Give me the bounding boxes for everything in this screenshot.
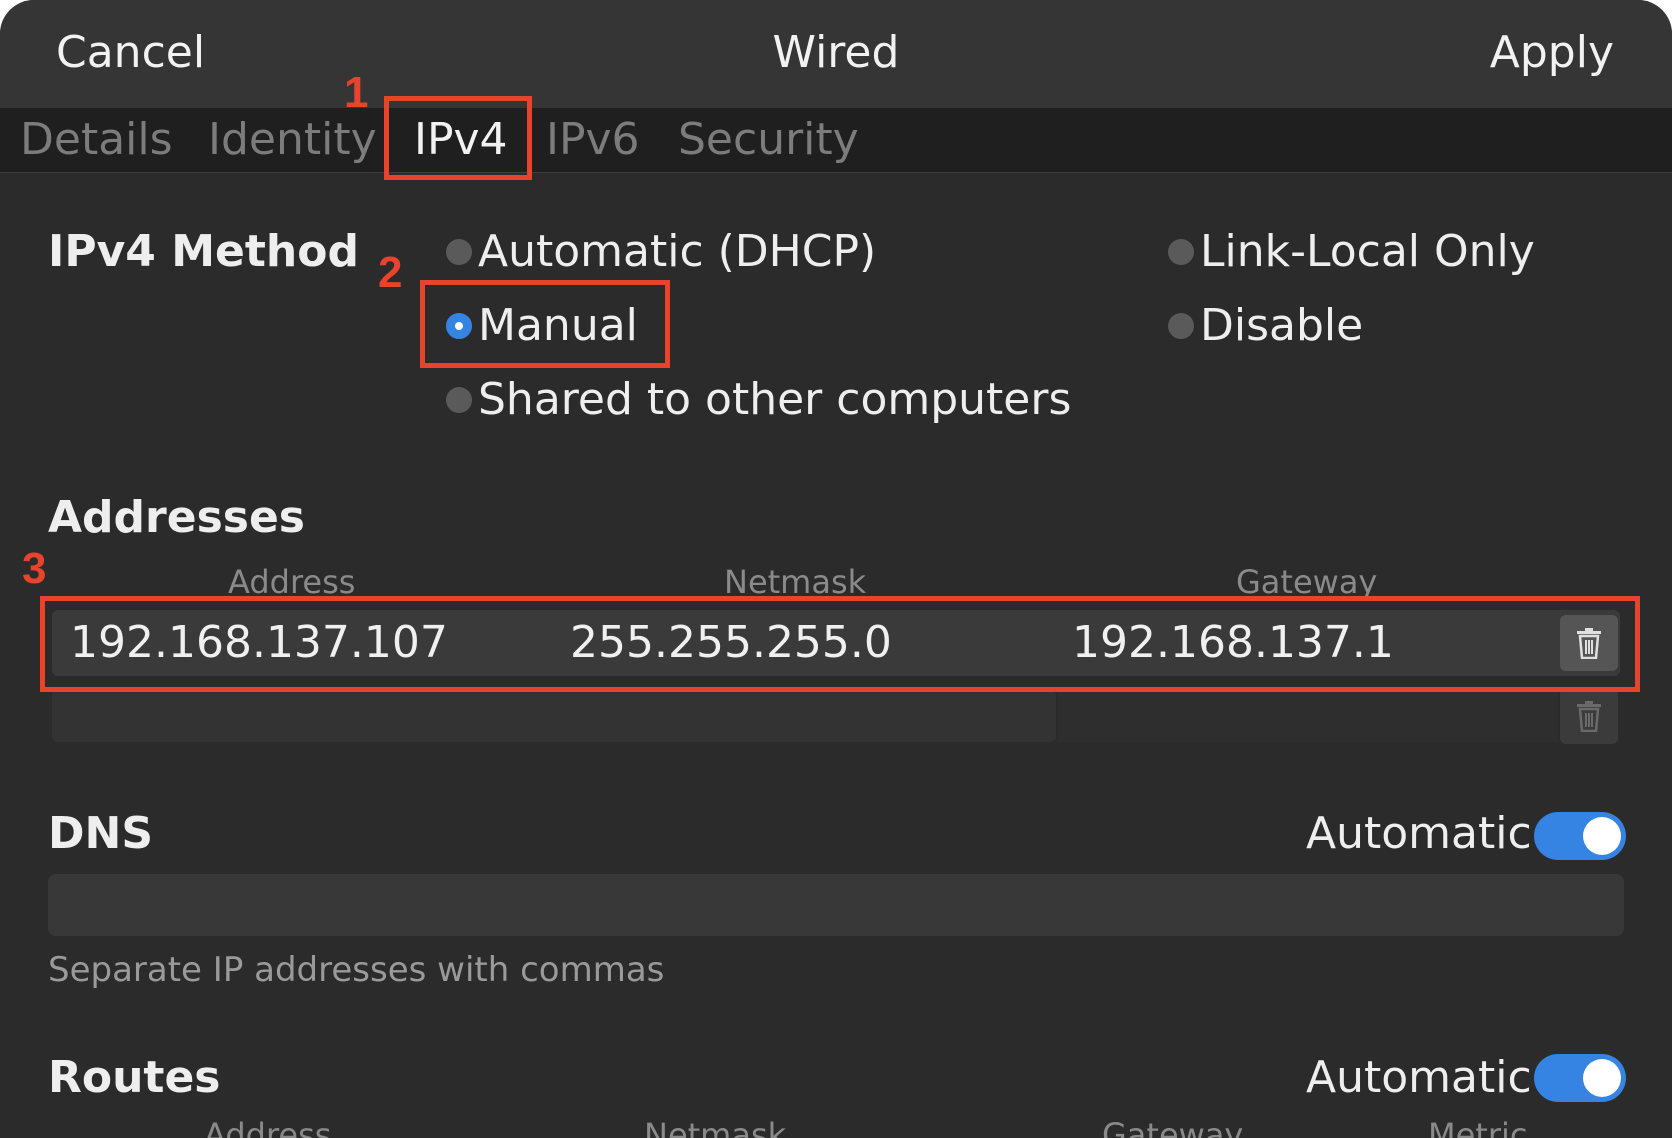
routes-column-address: Address	[204, 1116, 332, 1138]
tab-bar: Details Identity IPv4 IPv6 Security	[0, 108, 1672, 173]
network-settings-dialog: Cancel Wired Apply Details Identity IPv4…	[0, 0, 1672, 1138]
radio-link-local[interactable]: Link-Local Only	[1168, 226, 1535, 277]
ipv4-method-title: IPv4 Method	[48, 226, 359, 277]
radio-automatic-dhcp[interactable]: Automatic (DHCP)	[446, 226, 876, 277]
annotation-number-1: 1	[344, 68, 369, 117]
routes-automatic-toggle[interactable]	[1534, 1054, 1626, 1102]
dns-input[interactable]	[48, 874, 1624, 936]
new-gateway-field[interactable]	[1058, 690, 1558, 742]
delete-empty-row-button[interactable]	[1560, 688, 1618, 744]
dns-title: DNS	[48, 808, 154, 859]
new-address-row[interactable]	[52, 690, 1056, 742]
tab-details[interactable]: Details	[20, 110, 173, 170]
radio-indicator	[1168, 238, 1194, 265]
annotation-box-manual	[420, 280, 670, 368]
routes-column-gateway: Gateway	[1102, 1116, 1244, 1138]
radio-label: Shared to other computers	[478, 374, 1072, 425]
annotation-box-ipv4-tab	[384, 96, 532, 180]
dns-automatic-toggle[interactable]	[1534, 812, 1626, 860]
annotation-box-address-row	[40, 596, 1640, 692]
dialog-title: Wired	[772, 27, 900, 78]
radio-disable[interactable]: Disable	[1168, 300, 1363, 351]
addresses-title: Addresses	[48, 492, 305, 543]
routes-column-metric: Metric	[1428, 1116, 1528, 1138]
trash-icon	[1577, 701, 1601, 732]
tab-security[interactable]: Security	[678, 110, 859, 170]
annotation-number-2: 2	[378, 248, 403, 297]
radio-label: Link-Local Only	[1200, 226, 1535, 277]
radio-indicator	[1168, 312, 1194, 339]
routes-column-netmask: Netmask	[644, 1116, 787, 1138]
annotation-number-3: 3	[22, 544, 47, 593]
header-bar: Cancel Wired Apply	[0, 0, 1672, 109]
dns-automatic-label: Automatic	[1306, 808, 1532, 859]
routes-title: Routes	[48, 1052, 221, 1103]
radio-label: Disable	[1200, 300, 1364, 351]
radio-shared[interactable]: Shared to other computers	[446, 374, 1071, 425]
apply-button[interactable]: Apply	[1490, 24, 1614, 82]
tab-ipv6[interactable]: IPv6	[546, 110, 640, 170]
routes-automatic-label: Automatic	[1306, 1052, 1532, 1103]
radio-label: Automatic (DHCP)	[478, 226, 877, 277]
tab-identity[interactable]: Identity	[208, 110, 377, 170]
dns-hint: Separate IP addresses with commas	[48, 950, 665, 990]
radio-indicator	[446, 386, 472, 413]
radio-indicator	[446, 238, 472, 265]
